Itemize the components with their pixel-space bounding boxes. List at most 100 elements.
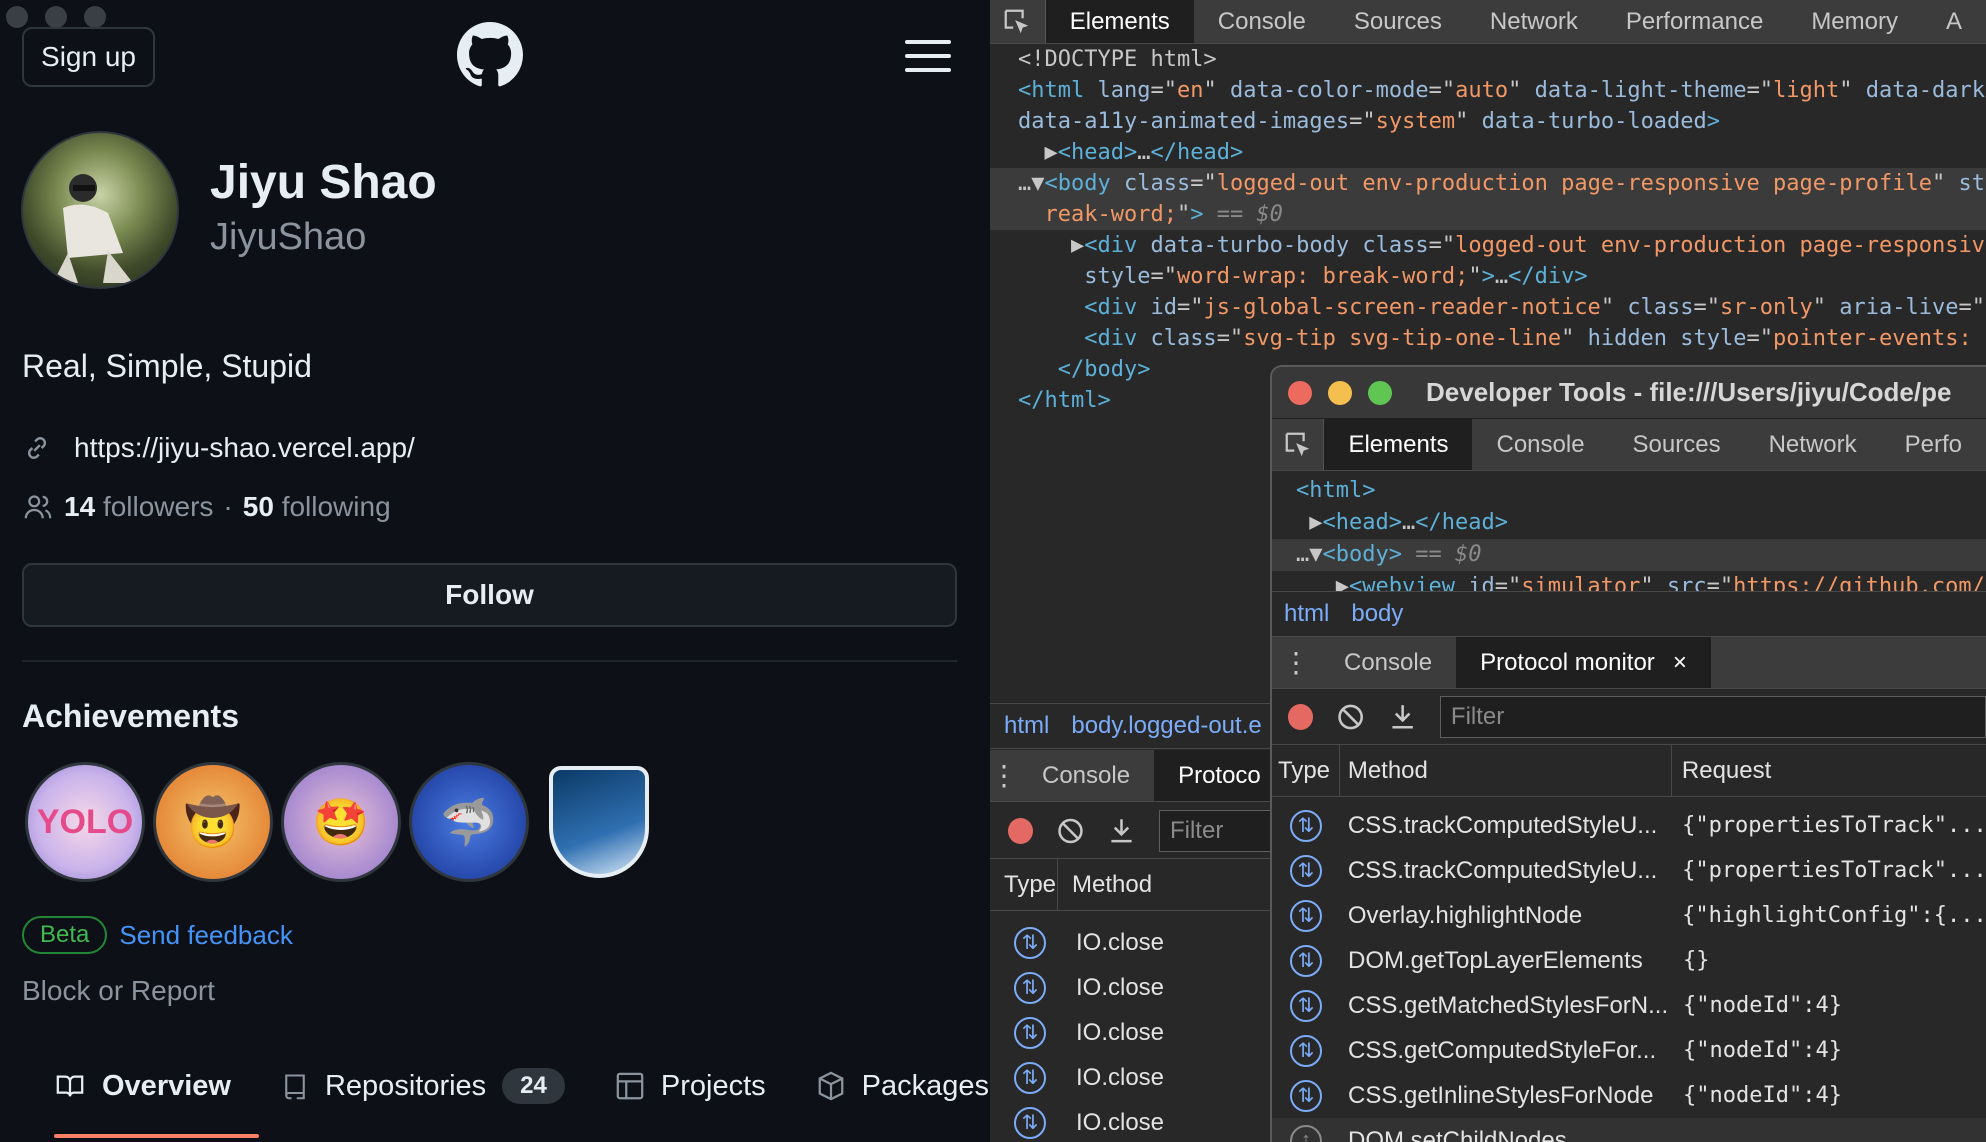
dom-node-line[interactable]: <html lang="en" data-color-mode="auto" d…	[990, 75, 1986, 106]
starstruck-badge[interactable]: 🤩	[281, 762, 401, 882]
breadcrumb-body[interactable]: body.logged-out.e	[1071, 712, 1261, 740]
table-row[interactable]: ⇅ CSS.trackComputedStyleU... {"propertiesT…	[1272, 803, 1986, 848]
tab-console[interactable]: Console	[1194, 0, 1330, 43]
record-icon[interactable]	[1008, 817, 1034, 844]
clear-icon[interactable]	[1057, 817, 1084, 845]
table-row[interactable]: ↑ DOM.setChildNodes	[1272, 1118, 1986, 1142]
column-type[interactable]: Type	[990, 859, 1058, 910]
table-row[interactable]: ⇅ IO.close	[990, 1100, 1275, 1142]
clear-icon[interactable]	[1337, 703, 1364, 731]
send-feedback-link[interactable]: Send feedback	[119, 920, 292, 951]
column-method[interactable]: Method	[1340, 745, 1672, 796]
dom-node-line[interactable]: style="word-wrap: break-word;">…</div>	[990, 261, 1986, 292]
dom-node-line[interactable]: reak-word;"> == $0	[990, 199, 1986, 230]
cowboy-badge[interactable]: 🤠	[153, 762, 273, 882]
menu-icon[interactable]	[905, 40, 951, 72]
bidirectional-icon: ⇅	[1290, 1034, 1322, 1067]
table-row[interactable]: ⇅ IO.close	[990, 965, 1275, 1010]
dom-node-line[interactable]: ▶<webview id="simulator" src="https://gi…	[1272, 571, 1986, 591]
more-options-icon[interactable]: ⋮	[1272, 637, 1320, 688]
tab-elements[interactable]: Elements	[1324, 419, 1473, 470]
profile-tabs: Overview Repositories 24 Projects Packag…	[54, 1068, 989, 1104]
minimize-window-button[interactable]	[45, 6, 67, 28]
elements-tree[interactable]: <html> ▶<head>…</head> …▼<body> == $0 ▶<w…	[1272, 471, 1986, 591]
tab-network[interactable]: Network	[1745, 419, 1881, 470]
table-icon	[616, 1072, 644, 1100]
shark-badge[interactable]: 🦈	[409, 762, 529, 882]
tab-projects[interactable]: Projects	[615, 1070, 766, 1103]
dom-node-line[interactable]: <html>	[1272, 475, 1986, 507]
table-row[interactable]: ⇅ CSS.trackComputedStyleU... {"propertiesT…	[1272, 848, 1986, 893]
zoom-window-button[interactable]	[84, 6, 106, 28]
filter-input[interactable]: Filter	[1439, 695, 1986, 738]
more-options-icon[interactable]: ⋮	[990, 750, 1018, 801]
tab-overview[interactable]: Overview	[54, 1070, 231, 1103]
website-link[interactable]: https://jiyu-shao.vercel.app/	[74, 432, 415, 464]
close-window-button[interactable]	[1288, 380, 1312, 405]
table-row[interactable]: ⇅ CSS.getInlineStylesForNode {"nodeId":4}	[1272, 1073, 1986, 1118]
tab-packages[interactable]: Packages	[816, 1070, 989, 1103]
dom-node-line[interactable]: ▶<head>…</head>	[1272, 507, 1986, 539]
breadcrumb: html body.logged-out.e	[990, 703, 1275, 749]
table-row[interactable]: ⇅ IO.close	[990, 1055, 1275, 1100]
table-row[interactable]: ⇅ IO.close	[990, 1010, 1275, 1055]
tab-network[interactable]: Network	[1466, 0, 1602, 43]
column-type[interactable]: Type	[1272, 745, 1340, 796]
table-row[interactable]: ⇅ CSS.getComputedStyleFor... {"nodeId":4}	[1272, 1028, 1986, 1073]
zoom-window-button[interactable]	[1368, 380, 1392, 405]
breadcrumb-body[interactable]: body	[1351, 600, 1403, 628]
tab-memory[interactable]: Memory	[1787, 0, 1922, 43]
inspect-element-icon[interactable]	[1272, 419, 1325, 470]
dom-node-line[interactable]: <div id="js-global-screen-reader-notice"…	[990, 292, 1986, 323]
beta-feedback: Beta Send feedback	[22, 916, 293, 954]
block-or-report-link[interactable]: Block or Report	[22, 975, 215, 1007]
tab-application[interactable]: A	[1922, 0, 1986, 43]
tab-sources[interactable]: Sources	[1330, 0, 1466, 43]
column-request[interactable]: Request	[1672, 745, 1986, 796]
tab-console[interactable]: Console	[1472, 419, 1608, 470]
table-row[interactable]: ⇅ CSS.getMatchedStylesForN... {"nodeId":4}	[1272, 983, 1986, 1028]
github-logo-icon[interactable]	[457, 22, 523, 88]
close-window-button[interactable]	[6, 6, 28, 28]
table-row[interactable]: ⇅ DOM.getTopLayerElements{}	[1272, 938, 1986, 983]
column-method[interactable]: Method	[1058, 859, 1275, 910]
following-link[interactable]: 50 following	[243, 491, 391, 523]
breadcrumb-html[interactable]: html	[1284, 600, 1329, 628]
dom-node-line[interactable]: …▼<body class="logged-out env-production…	[990, 168, 1986, 199]
drawer-tab-protocol-monitor[interactable]: Protocol monitor ×	[1456, 637, 1711, 688]
close-tab-icon[interactable]: ×	[1673, 649, 1687, 677]
drawer-tab-protocol-monitor[interactable]: Protoco	[1154, 750, 1275, 801]
protocol-table-header: Type Method Request	[1272, 745, 1986, 797]
record-icon[interactable]	[1288, 703, 1314, 730]
arctic-badge[interactable]	[549, 766, 649, 878]
breadcrumb-html[interactable]: html	[1004, 712, 1049, 740]
sign-up-button[interactable]: Sign up	[22, 27, 155, 87]
dom-node-line[interactable]: <div class="svg-tip svg-tip-one-line" hi…	[990, 323, 1986, 354]
drawer-tab-console[interactable]: Console	[1018, 750, 1154, 801]
download-icon[interactable]	[1108, 817, 1135, 845]
minimize-window-button[interactable]	[1328, 380, 1352, 405]
filter-input[interactable]: Filter	[1158, 809, 1275, 852]
tab-performance[interactable]: Perfo	[1881, 419, 1986, 470]
drawer-tab-console[interactable]: Console	[1320, 637, 1456, 688]
protocol-toolbar: Filter	[1272, 689, 1986, 745]
tab-elements[interactable]: Elements	[1045, 0, 1194, 43]
yolo-badge[interactable]: YOLO	[25, 762, 145, 882]
dom-node-line[interactable]: ▶<head>…</head>	[990, 137, 1986, 168]
followers-link[interactable]: 14 followers	[64, 491, 213, 523]
tab-repositories[interactable]: Repositories 24	[281, 1068, 565, 1104]
beta-label: Beta	[22, 916, 108, 954]
inspect-element-icon[interactable]	[990, 0, 1046, 43]
table-row[interactable]: ⇅ IO.close	[990, 920, 1275, 965]
dom-node-line[interactable]: data-a11y-animated-images="system" data-…	[990, 106, 1986, 137]
window-controls	[1272, 380, 1392, 405]
download-icon[interactable]	[1389, 703, 1416, 731]
follow-button[interactable]: Follow	[22, 563, 957, 627]
dom-node-line[interactable]: …▼<body> == $0	[1272, 539, 1986, 571]
tab-sources[interactable]: Sources	[1609, 419, 1745, 470]
tab-performance[interactable]: Performance	[1602, 0, 1787, 43]
dom-node-line[interactable]: <!DOCTYPE html>	[990, 44, 1986, 75]
dom-node-line[interactable]: ▶<div data-turbo-body class="logged-out …	[990, 230, 1986, 261]
elements-tree[interactable]: <!DOCTYPE html> <html lang="en" data-colo…	[990, 44, 1986, 416]
table-row[interactable]: ⇅ Overlay.highlightNode {"highlightConfig"…	[1272, 893, 1986, 938]
